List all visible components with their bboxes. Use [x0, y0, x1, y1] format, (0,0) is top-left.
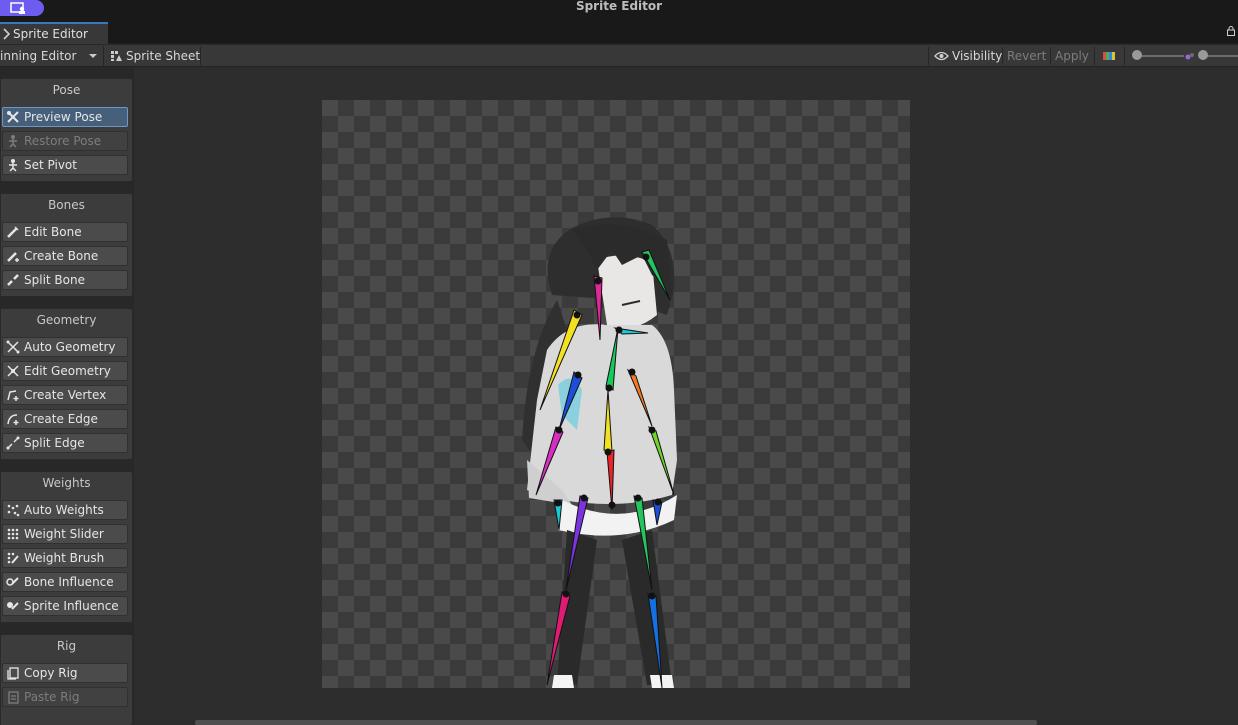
set-pivot-button[interactable]: Set Pivot — [2, 155, 128, 175]
edit-geometry-icon — [7, 365, 19, 377]
create-edge-button[interactable]: Create Edge — [2, 409, 128, 429]
create-bone-button[interactable]: Create Bone — [2, 246, 128, 266]
create-edge-label: Create Edge — [24, 412, 98, 426]
sprite-sheet-label: Sprite Sheet — [126, 49, 201, 63]
horizontal-scrollbar[interactable] — [195, 720, 1037, 725]
title-bar: Sprite Editor — [0, 0, 1238, 20]
create-edge-icon — [7, 414, 19, 425]
create-vertex-label: Create Vertex — [24, 388, 107, 402]
bones-panel-title: Bones — [48, 198, 85, 212]
color-palette-icon — [1103, 52, 1115, 60]
restore-pose-button[interactable]: Restore Pose — [2, 131, 128, 151]
toolbar-divider — [1094, 47, 1095, 65]
auto-geometry-icon — [6, 340, 20, 354]
bone-influence-label: Bone Influence — [24, 575, 114, 589]
apply-button[interactable]: Apply — [1055, 46, 1089, 66]
edit-geometry-label: Edit Geometry — [24, 364, 111, 378]
copy-rig-label: Copy Rig — [24, 666, 78, 680]
weight-brush-button[interactable]: Weight Brush — [2, 548, 128, 568]
toolbar-divider — [928, 47, 929, 65]
revert-button[interactable]: Revert — [1007, 46, 1046, 66]
pose-panel-title: Pose — [52, 83, 81, 97]
chevron-down-icon — [89, 54, 97, 58]
bone-influence-icon — [6, 577, 19, 586]
split-bone-button[interactable]: Split Bone — [2, 270, 128, 290]
split-bone-label: Split Bone — [24, 273, 85, 287]
copy-rig-button[interactable]: Copy Rig — [2, 663, 128, 683]
toolbar-divider — [1050, 47, 1051, 65]
visibility-button[interactable]: Visibility — [934, 46, 1002, 66]
rig-panel-title: Rig — [56, 639, 77, 653]
toolbar-divider — [200, 47, 201, 65]
opacity-slider-handle[interactable] — [1132, 50, 1142, 60]
sprite-influence-button[interactable]: Sprite Influence — [2, 596, 128, 616]
character-sprite[interactable] — [322, 100, 910, 688]
restore-pose-label: Restore Pose — [24, 134, 102, 148]
set-pivot-label: Set Pivot — [24, 158, 77, 172]
pose-panel: Pose Preview Pose Restore Pose Set Pivot — [0, 78, 133, 182]
preview-pose-label: Preview Pose — [24, 110, 103, 124]
copy-icon — [7, 667, 19, 680]
split-bone-icon — [7, 274, 19, 286]
sprite-sheet-button[interactable]: Sprite Sheet — [110, 46, 200, 66]
geometry-panel-title: Geometry — [36, 313, 97, 327]
create-bone-icon — [7, 252, 19, 262]
tab-row: Sprite Editor — [0, 20, 1238, 44]
weight-slider-button[interactable]: Weight Slider — [2, 524, 128, 544]
split-edge-label: Split Edge — [24, 436, 85, 450]
paste-rig-label: Paste Rig — [24, 690, 80, 704]
toolbar-divider — [1124, 47, 1125, 65]
eye-icon — [934, 51, 949, 61]
geometry-panel: Geometry Auto Geometry Edit Geometry Cre… — [0, 308, 133, 460]
edit-bone-label: Edit Bone — [24, 225, 82, 239]
auto-geometry-label: Auto Geometry — [24, 340, 116, 354]
paste-icon — [8, 691, 19, 704]
weights-panel: Weights Auto Weights Weight Slider Weigh… — [0, 471, 133, 623]
editor-toolbar: inning Editor Sprite Sheet Visibility Re… — [0, 45, 1238, 67]
editor-mode-dropdown[interactable]: inning Editor — [0, 46, 104, 66]
color-mode-button[interactable] — [1103, 46, 1115, 66]
create-vertex-icon — [7, 390, 19, 401]
revert-label: Revert — [1007, 49, 1047, 63]
window-title: Sprite Editor — [575, 0, 663, 13]
bone-opacity-icon — [1185, 53, 1194, 60]
auto-weights-button[interactable]: Auto Weights — [2, 500, 128, 520]
tab-sprite-editor[interactable]: Sprite Editor — [0, 22, 108, 44]
lock-icon[interactable] — [1227, 26, 1235, 36]
mesh-opacity-slider-handle[interactable] — [1198, 50, 1208, 60]
create-bone-label: Create Bone — [24, 249, 99, 263]
tab-label: Sprite Editor — [13, 27, 88, 41]
apply-label: Apply — [1055, 49, 1089, 63]
sprite-influence-label: Sprite Influence — [24, 599, 119, 613]
edit-bone-button[interactable]: Edit Bone — [2, 222, 128, 242]
bone-influence-button[interactable]: Bone Influence — [2, 572, 128, 592]
paste-rig-button[interactable]: Paste Rig — [2, 687, 128, 707]
create-vertex-button[interactable]: Create Vertex — [2, 385, 128, 405]
preview-pose-button[interactable]: Preview Pose — [2, 107, 128, 127]
bones-panel: Bones Edit Bone Create Bone Split Bone — [0, 193, 133, 297]
restore-pose-icon — [9, 135, 17, 148]
preview-pose-icon — [7, 111, 19, 123]
edit-bone-icon — [7, 226, 19, 238]
auto-weights-icon — [7, 504, 20, 517]
auto-geometry-button[interactable]: Auto Geometry — [2, 337, 128, 357]
weights-panel-title: Weights — [42, 476, 91, 490]
sprite-editor-icon — [3, 28, 10, 40]
split-edge-icon — [6, 436, 20, 450]
visibility-label: Visibility — [952, 49, 1003, 63]
set-pivot-icon — [9, 159, 17, 172]
editor-mode-label: inning Editor — [0, 49, 77, 63]
sprite-influence-icon — [7, 602, 19, 610]
weight-brush-icon — [7, 552, 19, 564]
edit-geometry-button[interactable]: Edit Geometry — [2, 361, 128, 381]
auto-weights-label: Auto Weights — [24, 503, 104, 517]
weight-brush-label: Weight Brush — [24, 551, 105, 565]
rig-panel: Rig Copy Rig Paste Rig — [0, 634, 133, 725]
weight-slider-label: Weight Slider — [24, 527, 104, 541]
sprite-sheet-icon — [111, 51, 122, 61]
opacity-slider-track[interactable] — [1136, 55, 1184, 57]
toolbar-divider — [1002, 47, 1003, 65]
split-edge-button[interactable]: Split Edge — [2, 433, 128, 453]
weight-slider-icon — [7, 528, 19, 540]
